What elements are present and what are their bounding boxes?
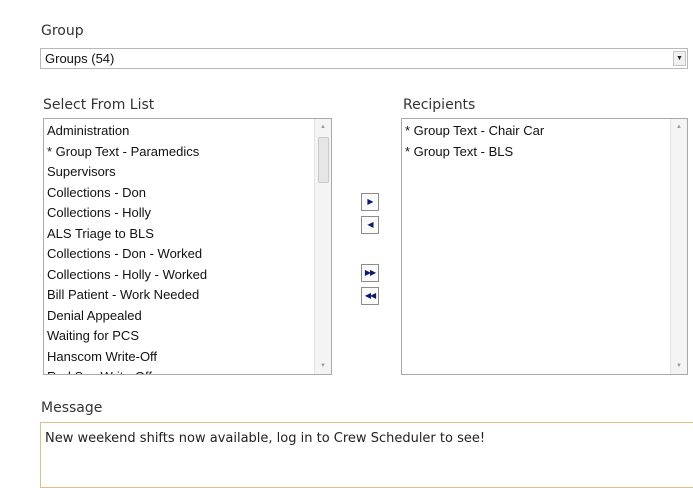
- scroll-up-icon[interactable]: ▲: [671, 120, 687, 134]
- list-item[interactable]: Collections - Don: [47, 183, 313, 204]
- list-item[interactable]: ALS Triage to BLS: [47, 224, 313, 245]
- select-from-list-items: Administration * Group Text - Paramedics…: [47, 121, 313, 374]
- chevron-down-icon[interactable]: ▼: [673, 51, 686, 66]
- select-from-list-label: Select From List: [43, 97, 155, 113]
- list-item[interactable]: Waiting for PCS: [47, 326, 313, 347]
- remove-all-button[interactable]: ◀◀: [361, 287, 379, 305]
- group-select-value: Groups (54): [45, 51, 115, 66]
- scroll-thumb[interactable]: [318, 137, 329, 183]
- group-select[interactable]: Groups (54) ▼: [40, 48, 688, 69]
- list-item[interactable]: Supervisors: [47, 162, 313, 183]
- list-item[interactable]: * Group Text - Chair Car: [405, 121, 669, 142]
- list-item[interactable]: * Group Text - Paramedics: [47, 142, 313, 163]
- recipients-label: Recipients: [403, 97, 476, 113]
- message-label: Message: [41, 400, 103, 416]
- list-item[interactable]: Collections - Holly: [47, 203, 313, 224]
- scroll-down-icon[interactable]: ▼: [315, 359, 331, 373]
- list-item[interactable]: * Group Text - BLS: [405, 142, 669, 163]
- select-from-list-box[interactable]: Administration * Group Text - Paramedics…: [43, 118, 332, 375]
- select-list-scrollbar[interactable]: ▲ ▼: [314, 119, 331, 374]
- add-selected-button[interactable]: ▶: [361, 193, 379, 211]
- list-item[interactable]: Collections - Holly - Worked: [47, 265, 313, 286]
- list-item[interactable]: Hanscom Write-Off: [47, 347, 313, 368]
- recipients-items: * Group Text - Chair Car * Group Text - …: [405, 121, 669, 162]
- recipients-list-box[interactable]: * Group Text - Chair Car * Group Text - …: [401, 118, 688, 375]
- list-item[interactable]: Red Sox Write-Off: [47, 367, 313, 374]
- recipients-scrollbar[interactable]: ▲ ▼: [670, 119, 687, 374]
- list-item[interactable]: Bill Patient - Work Needed: [47, 285, 313, 306]
- list-item[interactable]: Administration: [47, 121, 313, 142]
- scroll-down-icon[interactable]: ▼: [671, 359, 687, 373]
- list-item[interactable]: Collections - Don - Worked: [47, 244, 313, 265]
- list-item[interactable]: Denial Appealed: [47, 306, 313, 327]
- group-label: Group: [41, 23, 84, 39]
- scroll-up-icon[interactable]: ▲: [315, 120, 331, 134]
- add-all-button[interactable]: ▶▶: [361, 264, 379, 282]
- message-input[interactable]: New weekend shifts now available, log in…: [40, 422, 693, 488]
- remove-selected-button[interactable]: ◀: [361, 216, 379, 234]
